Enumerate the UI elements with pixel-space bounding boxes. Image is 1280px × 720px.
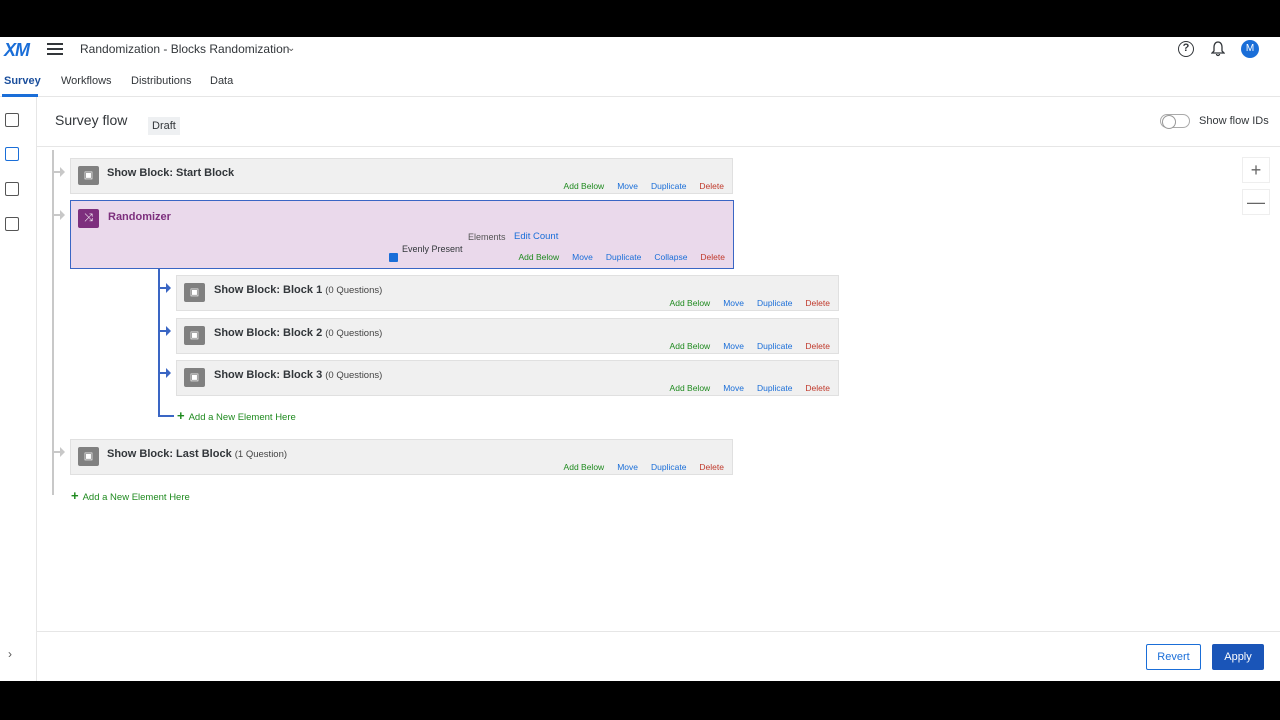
- survey-options-icon[interactable]: [5, 217, 19, 231]
- tab-distributions[interactable]: Distributions: [131, 75, 192, 87]
- block-icon: ▣: [184, 326, 205, 345]
- survey-flow-icon[interactable]: [5, 147, 19, 161]
- connector-arrow: [60, 447, 65, 457]
- add-below-link[interactable]: Add Below: [670, 341, 711, 351]
- add-below-link[interactable]: Add Below: [518, 252, 559, 262]
- flow-block-2[interactable]: ▣ Show Block: Block 2 (0 Questions) Add …: [176, 318, 839, 354]
- flow-spine: [52, 150, 54, 495]
- revert-button[interactable]: Revert: [1146, 644, 1201, 670]
- collapse-link[interactable]: Collapse: [654, 252, 687, 262]
- flow-header: Survey flow Draft Show flow IDs: [37, 97, 1280, 147]
- block-actions: Add Below Move Duplicate Delete: [657, 298, 830, 308]
- menu-icon[interactable]: [47, 43, 63, 57]
- evenly-present-label: Evenly Present: [402, 244, 463, 254]
- connector-arrow: [166, 283, 171, 293]
- left-tool-rail: ›: [0, 97, 37, 681]
- apply-button[interactable]: Apply: [1212, 644, 1264, 670]
- block-actions: Add Below Move Duplicate Delete: [551, 181, 724, 191]
- page-title: Survey flow: [55, 112, 128, 128]
- block-title: Show Block: Block 3 (0 Questions): [214, 369, 383, 381]
- block-icon: ▣: [78, 447, 99, 466]
- block-icon: ▣: [78, 166, 99, 185]
- look-and-feel-icon[interactable]: [5, 182, 19, 196]
- flow-block-start[interactable]: ▣ Show Block: Start Block Add Below Move D…: [70, 158, 733, 194]
- top-bar: XM Randomization - Blocks Randomization …: [0, 37, 1280, 67]
- duplicate-link[interactable]: Duplicate: [757, 298, 792, 308]
- bell-icon[interactable]: [1211, 41, 1225, 57]
- delete-link[interactable]: Delete: [699, 181, 724, 191]
- delete-link[interactable]: Delete: [699, 462, 724, 472]
- move-link[interactable]: Move: [572, 252, 593, 262]
- project-title[interactable]: Randomization - Blocks Randomization: [80, 42, 289, 56]
- block-title: Show Block: Start Block: [107, 167, 235, 179]
- block-title: Show Block: Last Block (1 Question): [107, 448, 288, 460]
- survey-flow-app: XM Randomization - Blocks Randomization …: [0, 37, 1280, 681]
- tab-workflows[interactable]: Workflows: [61, 75, 112, 87]
- shuffle-icon: ⤨: [78, 209, 99, 228]
- connector-arrow: [60, 210, 65, 220]
- flow-block-1[interactable]: ▣ Show Block: Block 1 (0 Questions) Add …: [176, 275, 839, 311]
- status-badge: Draft: [148, 117, 180, 135]
- randomizer-spine: [158, 269, 160, 416]
- connector-arrow: [60, 167, 65, 177]
- add-below-link[interactable]: Add Below: [670, 383, 711, 393]
- randomizer-title: Randomizer: [108, 211, 171, 223]
- add-below-link[interactable]: Add Below: [564, 462, 605, 472]
- connector: [158, 415, 174, 417]
- chevron-down-icon[interactable]: ⌄: [287, 43, 295, 54]
- move-link[interactable]: Move: [617, 462, 638, 472]
- add-new-element-root[interactable]: + Add a New Element Here: [71, 488, 190, 503]
- block-title: Show Block: Block 2 (0 Questions): [214, 327, 383, 339]
- duplicate-link[interactable]: Duplicate: [757, 383, 792, 393]
- duplicate-link[interactable]: Duplicate: [757, 341, 792, 351]
- duplicate-link[interactable]: Duplicate: [651, 462, 686, 472]
- block-icon: ▣: [184, 368, 205, 387]
- delete-link[interactable]: Delete: [805, 341, 830, 351]
- tab-data[interactable]: Data: [210, 75, 233, 87]
- flow-block-last[interactable]: ▣ Show Block: Last Block (1 Question) Ad…: [70, 439, 733, 475]
- flow-footer: Revert Apply: [37, 631, 1280, 681]
- move-link[interactable]: Move: [723, 341, 744, 351]
- elements-label: Elements: [468, 232, 506, 242]
- flow-block-3[interactable]: ▣ Show Block: Block 3 (0 Questions) Add …: [176, 360, 839, 396]
- zoom-out-button[interactable]: —: [1242, 189, 1270, 215]
- add-new-element-nested[interactable]: + Add a New Element Here: [177, 408, 296, 423]
- move-link[interactable]: Move: [723, 383, 744, 393]
- randomizer-element[interactable]: ⤨ Randomizer Evenly Present Elements Edi…: [70, 200, 734, 269]
- delete-link[interactable]: Delete: [700, 252, 725, 262]
- xm-logo[interactable]: XM: [4, 40, 30, 61]
- block-icon: ▣: [184, 283, 205, 302]
- evenly-present-checkbox[interactable]: [389, 253, 398, 262]
- move-link[interactable]: Move: [617, 181, 638, 191]
- randomizer-actions: Add Below Move Duplicate Collapse Delete: [505, 252, 725, 262]
- delete-link[interactable]: Delete: [805, 298, 830, 308]
- main-tabs: Survey Workflows Distributions Data: [0, 67, 1280, 97]
- edit-count-link[interactable]: Edit Count: [514, 231, 558, 242]
- show-flow-ids-toggle[interactable]: [1160, 114, 1190, 129]
- move-link[interactable]: Move: [723, 298, 744, 308]
- duplicate-link[interactable]: Duplicate: [606, 252, 641, 262]
- tab-survey[interactable]: Survey: [4, 75, 41, 87]
- help-icon[interactable]: ?: [1178, 41, 1194, 57]
- connector-arrow: [166, 326, 171, 336]
- block-actions: Add Below Move Duplicate Delete: [657, 383, 830, 393]
- connector-arrow: [166, 368, 171, 378]
- duplicate-link[interactable]: Duplicate: [651, 181, 686, 191]
- add-below-link[interactable]: Add Below: [670, 298, 711, 308]
- delete-link[interactable]: Delete: [805, 383, 830, 393]
- block-actions: Add Below Move Duplicate Delete: [657, 341, 830, 351]
- block-actions: Add Below Move Duplicate Delete: [551, 462, 724, 472]
- zoom-in-button[interactable]: +: [1242, 157, 1270, 183]
- toggle-label: Show flow IDs: [1199, 115, 1269, 127]
- survey-editor-icon[interactable]: [5, 113, 19, 127]
- expand-rail-icon[interactable]: ›: [8, 647, 12, 661]
- block-title: Show Block: Block 1 (0 Questions): [214, 284, 383, 296]
- avatar[interactable]: M: [1241, 40, 1259, 58]
- add-below-link[interactable]: Add Below: [564, 181, 605, 191]
